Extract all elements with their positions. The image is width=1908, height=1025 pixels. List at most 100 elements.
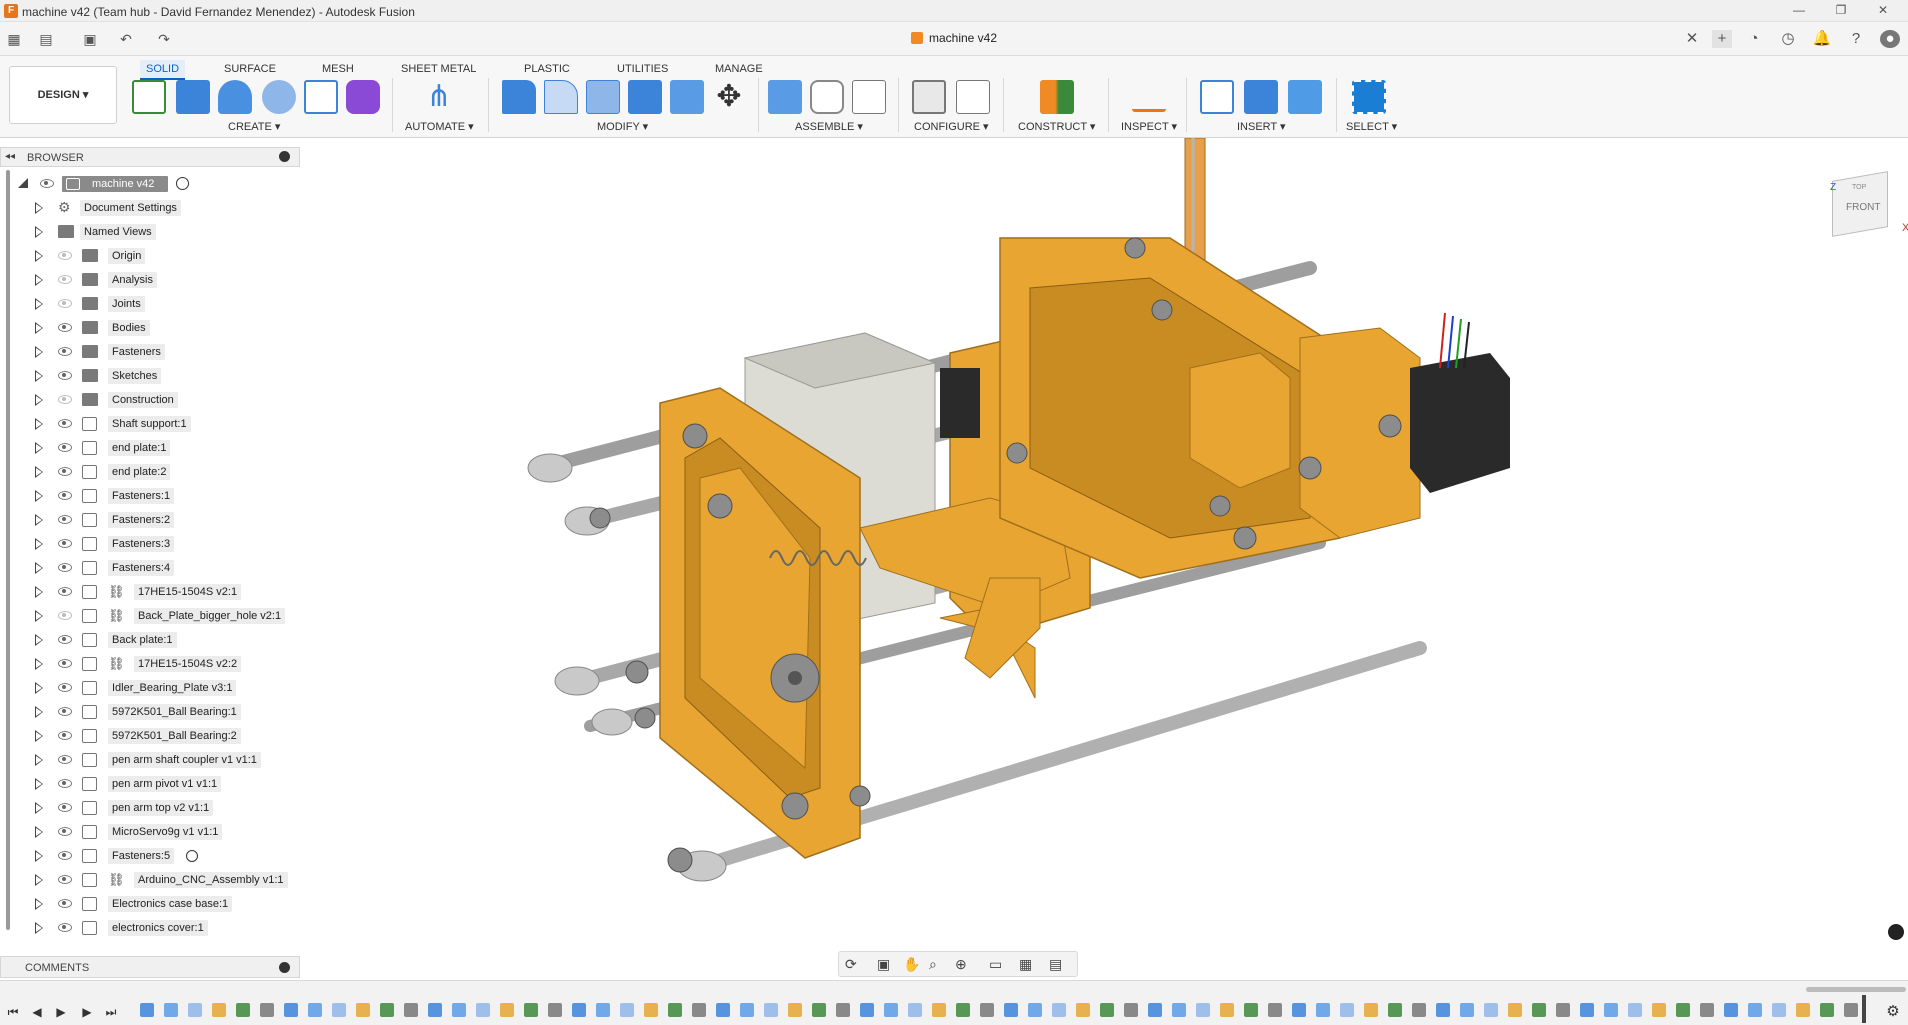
press-pull-icon[interactable] [502,80,536,114]
expand-arrow-icon[interactable] [35,922,43,934]
configure-design-icon[interactable] [912,80,946,114]
stepper-motor-right[interactable] [1410,353,1510,493]
visibility-eye-icon[interactable] [40,179,54,188]
timeline-feature[interactable] [1844,1003,1858,1017]
expand-arrow-icon[interactable] [35,634,43,646]
orbit-icon[interactable]: ⟳ [845,956,857,973]
visibility-eye-icon[interactable] [58,875,72,884]
browser-item[interactable]: Fasteners:1 [0,485,300,507]
browser-item[interactable]: Idler_Bearing_Plate v3:1 [0,677,300,699]
timeline-feature[interactable] [572,1003,586,1017]
timeline-feature[interactable] [908,1003,922,1017]
expand-arrow-icon[interactable] [35,394,43,406]
timeline-feature[interactable] [164,1003,178,1017]
timeline-feature[interactable] [380,1003,394,1017]
shell-icon[interactable] [586,80,620,114]
joint-icon[interactable] [810,80,844,114]
timeline-feature[interactable] [1796,1003,1810,1017]
timeline-feature[interactable] [1436,1003,1450,1017]
visibility-eye-icon[interactable] [58,707,72,716]
modify-menu[interactable]: MODIFY ▾ [597,120,648,133]
timeline-feature[interactable] [1172,1003,1186,1017]
collapse-arrow-icon[interactable] [18,178,28,188]
timeline-feature[interactable] [1100,1003,1114,1017]
notifications-icon[interactable]: 🔔 [1812,30,1832,48]
timeline-feature[interactable] [1412,1003,1426,1017]
step-back-icon[interactable]: ◀ [28,1003,46,1021]
timeline-feature[interactable] [1508,1003,1522,1017]
timeline-feature[interactable] [524,1003,538,1017]
browser-item[interactable]: Fasteners:3 [0,533,300,555]
comments-panel[interactable]: COMMENTS [0,956,300,978]
timeline-feature[interactable] [1028,1003,1042,1017]
expand-arrow-icon[interactable] [35,658,43,670]
tab-plastic[interactable]: PLASTIC [518,60,576,78]
expand-arrow-icon[interactable] [35,754,43,766]
offset-face-icon[interactable] [670,80,704,114]
timeline-feature[interactable] [884,1003,898,1017]
expand-arrow-icon[interactable] [35,586,43,598]
activate-radio-icon[interactable] [176,177,189,190]
timeline-feature[interactable] [740,1003,754,1017]
visibility-eye-icon[interactable] [58,635,72,644]
visibility-eye-icon[interactable] [58,275,72,284]
close-icon[interactable]: ✕ [1868,3,1898,19]
pattern-icon[interactable] [304,80,338,114]
timeline-feature[interactable] [1052,1003,1066,1017]
tab-surface[interactable]: SURFACE [218,60,282,78]
timeline-feature[interactable] [428,1003,442,1017]
browser-item[interactable]: ⚙ Document Settings [0,197,300,219]
pan-icon[interactable]: ✋ [903,956,920,973]
select-icon[interactable] [1352,80,1386,114]
visibility-eye-icon[interactable] [58,803,72,812]
expand-arrow-icon[interactable] [35,226,43,238]
timeline-feature[interactable] [860,1003,874,1017]
browser-item[interactable]: ⛓ 17HE15-1504S v2:2 [0,653,300,675]
expand-arrow-icon[interactable] [35,778,43,790]
construct-plane-icon[interactable] [1040,80,1074,114]
timeline-feature[interactable] [188,1003,202,1017]
browser-item[interactable]: end plate:1 [0,437,300,459]
browser-item[interactable]: end plate:2 [0,461,300,483]
timeline-feature[interactable] [236,1003,250,1017]
visibility-eye-icon[interactable] [58,779,72,788]
timeline-feature[interactable] [356,1003,370,1017]
browser-item[interactable]: ⛓ 17HE15-1504S v2:1 [0,581,300,603]
timeline-feature[interactable] [1484,1003,1498,1017]
model-canvas[interactable] [300,137,1908,978]
fit-icon[interactable]: ⊕ [955,956,967,973]
visibility-eye-icon[interactable] [58,755,72,764]
browser-pin-icon[interactable] [279,151,290,162]
browser-item[interactable]: pen arm shaft coupler v1 v1:1 [0,749,300,771]
help-icon[interactable]: ? [1846,30,1866,48]
browser-root-node[interactable]: machine v42 [0,173,300,195]
visibility-eye-icon[interactable] [58,443,72,452]
expand-arrow-icon[interactable] [35,514,43,526]
move-copy-icon[interactable]: ✥ [712,80,746,114]
browser-item[interactable]: Construction [0,389,300,411]
insert-canvas-icon[interactable] [1288,80,1322,114]
expand-arrow-icon[interactable] [35,682,43,694]
timeline-feature[interactable] [1580,1003,1594,1017]
browser-item[interactable]: MicroServo9g v1 v1:1 [0,821,300,843]
automate-icon[interactable]: ⋔ [422,80,456,114]
visibility-eye-icon[interactable] [58,731,72,740]
timeline-feature[interactable] [1628,1003,1642,1017]
collapse-panel-icon[interactable]: ◂◂ [5,151,15,162]
browser-item[interactable]: Back plate:1 [0,629,300,651]
expand-arrow-icon[interactable] [35,298,43,310]
configuration-table-icon[interactable] [956,80,990,114]
measure-icon[interactable] [1132,86,1166,112]
browser-item[interactable]: pen arm top v2 v1:1 [0,797,300,819]
timeline-feature[interactable] [548,1003,562,1017]
grid-settings-icon[interactable]: ▦ [1019,956,1032,973]
timeline-feature[interactable] [1652,1003,1666,1017]
stepper-motor-left[interactable] [940,368,980,438]
timeline-feature[interactable] [1460,1003,1474,1017]
timeline-feature[interactable] [1340,1003,1354,1017]
expand-arrow-icon[interactable] [35,466,43,478]
timeline-feature[interactable] [956,1003,970,1017]
expand-arrow-icon[interactable] [35,490,43,502]
expand-arrow-icon[interactable] [35,898,43,910]
timeline-marker[interactable] [1862,995,1866,1023]
